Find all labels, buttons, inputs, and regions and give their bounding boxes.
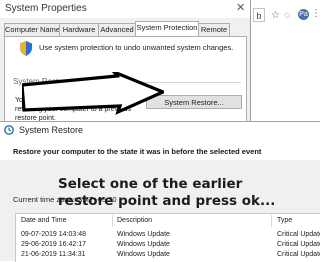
row-type: Critical Update — [277, 241, 320, 248]
tab-hardware[interactable]: Hardware — [59, 23, 99, 36]
bookmark-star-icon[interactable]: ☆ — [271, 10, 280, 21]
window-title: System Restore — [19, 125, 84, 135]
table-row[interactable]: 09-07-2019 14:03:48 Windows Update Criti… — [16, 231, 320, 241]
row-type: Critical Update — [277, 231, 320, 238]
system-properties-titlebar: System Properties ✕ — [0, 0, 250, 18]
tab-computer-name[interactable]: Computer Name — [4, 23, 60, 36]
row-date: 21-06-2019 11:34:31 — [21, 251, 86, 258]
restore-points-table: Date and Time Description Type 09-07-201… — [15, 213, 320, 262]
shield-icon — [20, 41, 32, 56]
tab-remote[interactable]: Remote — [198, 23, 230, 36]
restore-heading: Restore your computer to the state it wa… — [13, 147, 262, 156]
column-header-description[interactable]: Description — [117, 217, 152, 224]
browser-menu-icon[interactable]: ⋮ — [311, 8, 320, 19]
window-title: System Properties — [5, 3, 87, 14]
column-separator — [271, 215, 272, 227]
close-icon[interactable]: ✕ — [236, 1, 245, 14]
system-restore-titlebar: System Restore — [0, 122, 320, 137]
row-description: Windows Update — [117, 231, 170, 238]
browser-tab-b[interactable]: b — [253, 8, 265, 22]
tab-advanced[interactable]: Advanced — [98, 23, 136, 36]
column-header-date[interactable]: Date and Time — [21, 217, 67, 224]
system-restore-window: System Restore Restore your computer to … — [0, 121, 320, 262]
arrow-annotation-icon — [22, 72, 164, 115]
extensions-icon[interactable]: ◌ — [284, 10, 290, 21]
row-description: Windows Update — [117, 241, 170, 248]
avatar[interactable]: Pa — [298, 9, 309, 20]
row-date: 09-07-2019 14:03:48 — [21, 231, 86, 238]
instruction-annotation: Select one of the earlier restore point … — [58, 176, 276, 209]
system-restore-header: Restore your computer to the state it wa… — [0, 138, 320, 160]
column-header-type[interactable]: Type — [277, 217, 292, 224]
system-restore-body: Restore your computer to the state it wa… — [0, 138, 320, 262]
browser-toolbar: b ☆ ◌ Pa ⋮ — [251, 0, 320, 128]
intro-text: Use system protection to undo unwanted s… — [39, 43, 234, 52]
column-separator — [112, 215, 113, 227]
row-date: 29-06-2019 16:42:17 — [21, 241, 86, 248]
system-restore-icon — [4, 125, 14, 135]
row-type: Critical Update — [277, 251, 320, 258]
table-header-row: Date and Time Description Type — [16, 214, 320, 228]
tab-system-protection[interactable]: System Protection — [135, 21, 199, 37]
row-description: Windows Update — [117, 251, 170, 258]
table-row[interactable]: 29-06-2019 16:42:17 Windows Update Criti… — [16, 241, 320, 251]
